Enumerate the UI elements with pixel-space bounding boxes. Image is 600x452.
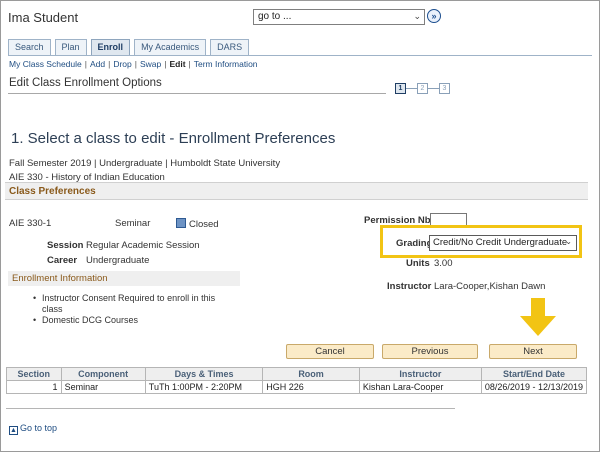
cell-start-end-date: 08/26/2019 - 12/13/2019 — [480, 380, 588, 394]
units-value: 3.00 — [434, 258, 453, 269]
career-label: Career — [47, 255, 78, 266]
column-header-section: Section — [6, 367, 62, 381]
go-to-top-link[interactable]: ▲ Go to top — [9, 423, 57, 435]
enrollment-information-header: Enrollment Information — [8, 271, 240, 286]
previous-button[interactable]: Previous — [382, 344, 478, 359]
goto-select[interactable]: go to ... ⌄ — [253, 9, 425, 25]
cell-section: 1 — [6, 380, 62, 394]
step-indicator: 1 2 3 — [395, 81, 450, 95]
link-drop[interactable]: Drop — [113, 59, 131, 69]
tab-divider — [8, 55, 592, 56]
student-name: Ima Student — [8, 10, 79, 25]
section-title-underline — [8, 93, 386, 94]
chevron-down-icon: ⌄ — [565, 237, 572, 246]
link-term-information[interactable]: Term Information — [194, 59, 258, 69]
grading-label: Grading — [396, 238, 433, 249]
go-button[interactable]: » — [427, 9, 441, 23]
tab-bar: Search Plan Enroll My Academics DARS — [8, 39, 253, 55]
instructor-value: Lara-Cooper,Kishan Dawn — [434, 281, 546, 292]
column-header-component: Component — [60, 367, 146, 381]
class-status-text: Closed — [189, 219, 219, 230]
link-swap[interactable]: Swap — [140, 59, 161, 69]
step-1: 1 — [395, 82, 406, 94]
arrow-up-icon: ▲ — [9, 426, 18, 435]
cell-days-times: TuTh 1:00PM - 2:20PM — [144, 380, 264, 394]
list-item: Domestic DCG Courses — [33, 315, 223, 326]
grading-select-value: Credit/No Credit Undergraduate — [433, 237, 568, 248]
table-row: 1 Seminar TuTh 1:00PM - 2:20PM HGH 226 K… — [6, 380, 588, 394]
session-label: Session — [47, 240, 84, 251]
step-3: 3 — [439, 82, 450, 94]
career-value: Undergraduate — [86, 255, 150, 266]
class-component: Seminar — [115, 218, 151, 229]
link-add[interactable]: Add — [90, 59, 105, 69]
session-value: Regular Academic Session — [86, 240, 200, 251]
tab-plan[interactable]: Plan — [54, 39, 87, 55]
column-header-instructor: Instructor — [358, 367, 482, 381]
tab-search[interactable]: Search — [8, 39, 51, 55]
go-to-top-label: Go to top — [20, 423, 58, 433]
goto-select-value: go to ... — [258, 11, 292, 22]
enroll-sublinks: My Class Schedule | Add | Drop | Swap | Edit | Ter… — [9, 59, 258, 69]
next-button[interactable]: Next — [489, 344, 577, 359]
arrow-down-icon — [520, 298, 556, 336]
link-edit-current: Edit — [169, 59, 186, 69]
class-preferences-header: Class Preferences — [5, 182, 588, 200]
column-header-days-times: Days & Times — [144, 367, 264, 381]
tab-enroll[interactable]: Enroll — [90, 39, 131, 55]
cancel-button[interactable]: Cancel — [286, 344, 374, 359]
column-header-start-end-date: Start/End Date — [480, 367, 588, 381]
cell-room: HGH 226 — [262, 380, 360, 394]
chevron-down-icon: ⌄ — [413, 11, 421, 21]
enrollment-info-list: Instructor Consent Required to enroll in… — [33, 293, 223, 326]
tab-dars[interactable]: DARS — [210, 39, 250, 55]
closed-status-icon — [176, 218, 186, 228]
tab-my-academics[interactable]: My Academics — [134, 39, 207, 55]
section-title: Edit Class Enrollment Options — [9, 77, 162, 89]
link-my-class-schedule[interactable]: My Class Schedule — [9, 59, 82, 69]
class-code: AIE 330-1 — [9, 218, 52, 229]
grading-select[interactable]: Credit/No Credit Undergraduate ⌄ — [429, 235, 577, 251]
table-header-row: Section Component Days & Times Room Inst… — [6, 367, 588, 381]
units-label: Units — [406, 258, 430, 269]
step-2: 2 — [417, 82, 428, 94]
list-item: Instructor Consent Required to enroll in… — [33, 293, 223, 315]
column-header-room: Room — [262, 367, 360, 381]
class-status: Closed — [176, 218, 219, 230]
page-heading: 1. Select a class to edit - Enrollment P… — [11, 130, 336, 147]
double-chevron-right-icon: » — [431, 11, 437, 21]
instructor-label: Instructor — [387, 281, 432, 292]
cell-component: Seminar — [60, 380, 146, 394]
cell-instructor: Kishan Lara-Cooper — [358, 380, 482, 394]
term-info: Fall Semester 2019 | Undergraduate | Hum… — [9, 158, 281, 169]
class-section-table: Section Component Days & Times Room Inst… — [6, 367, 588, 394]
footer-divider — [6, 408, 455, 409]
